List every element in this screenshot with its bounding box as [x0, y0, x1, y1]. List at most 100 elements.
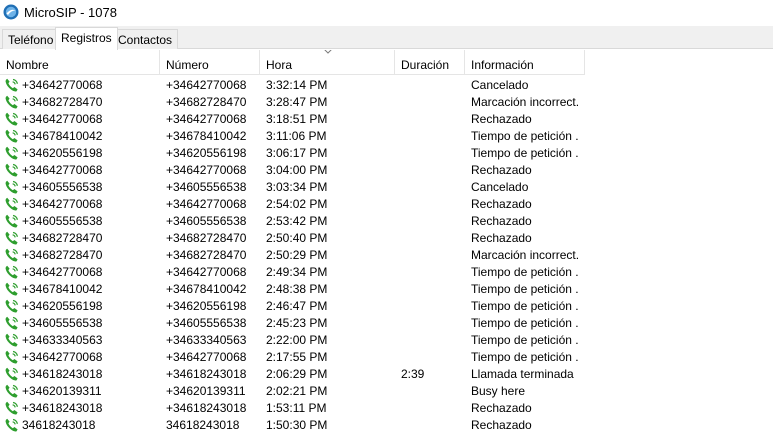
call-log-row[interactable]: +34605556538 +34605556538 2:53:42 PM Rechaz…	[0, 213, 600, 230]
column-header-name[interactable]: Nombre	[0, 50, 160, 75]
title-bar: MicroSIP - 1078	[0, 0, 773, 26]
cell-info: Rechazado	[471, 401, 532, 415]
phone-call-icon	[4, 128, 20, 144]
phone-call-icon	[4, 349, 20, 365]
cell-info: Cancelado	[471, 78, 529, 92]
phone-call-icon	[4, 111, 20, 127]
phone-call-icon	[4, 162, 20, 178]
phone-call-icon	[4, 94, 20, 110]
phone-call-icon	[4, 247, 20, 263]
phone-call-icon	[4, 179, 20, 195]
call-log-row[interactable]: +34642770068 +34642770068 2:49:34 PM Tiempo…	[0, 264, 600, 281]
tab-telefono[interactable]: Teléfono	[2, 29, 60, 49]
cell-name: +34642770068	[22, 197, 103, 211]
cell-time: 2:06:29 PM	[266, 367, 328, 381]
cell-info: Marcación incorrect...	[471, 95, 579, 109]
cell-name: +34620139311	[22, 384, 102, 398]
call-log-row[interactable]: +34682728470 +34682728470 2:50:40 PM Rechaz…	[0, 230, 600, 247]
cell-name: 34618243018	[22, 418, 96, 432]
call-log-row[interactable]: +34678410042 +34678410042 3:11:06 PM Tiempo…	[0, 128, 600, 145]
cell-time: 2:17:55 PM	[266, 350, 328, 364]
cell-info: Cancelado	[471, 180, 529, 194]
cell-name: +34633340563	[22, 333, 103, 347]
cell-time: 2:46:47 PM	[266, 299, 328, 313]
column-header-duration[interactable]: Duración	[395, 50, 465, 75]
cell-info: Tiempo de petición ...	[471, 350, 579, 364]
phone-call-icon	[4, 400, 20, 416]
cell-name: +34620556198	[22, 299, 103, 313]
cell-number: +34605556538	[166, 180, 247, 194]
call-log-row[interactable]: +34605556538 +34605556538 2:45:23 PM Tiempo…	[0, 315, 600, 332]
cell-name: +34605556538	[22, 214, 103, 228]
cell-number: +34620556198	[166, 146, 247, 160]
cell-time: 2:45:23 PM	[266, 316, 328, 330]
tab-strip: Teléfono Registros Contactos	[0, 26, 773, 50]
cell-number: +34642770068	[166, 265, 247, 279]
cell-info: Rechazado	[471, 112, 532, 126]
cell-number: +34678410042	[166, 282, 247, 296]
phone-call-icon	[4, 264, 20, 280]
cell-name: +34678410042	[22, 129, 103, 143]
call-log-row[interactable]: +34618243018 +34618243018 2:06:29 PM 2:39 Ll…	[0, 366, 600, 383]
call-log-row[interactable]: +34620556198 +34620556198 3:06:17 PM Tiempo…	[0, 145, 600, 162]
call-log-row[interactable]: +34682728470 +34682728470 3:28:47 PM Marcac…	[0, 94, 600, 111]
call-log-row[interactable]: +34618243018 +34618243018 1:53:11 PM Rechaz…	[0, 400, 600, 417]
cell-time: 2:48:38 PM	[266, 282, 328, 296]
cell-time: 2:50:29 PM	[266, 248, 328, 262]
tab-contactos[interactable]: Contactos	[112, 29, 179, 49]
cell-number: +34678410042	[166, 129, 247, 143]
call-log-row[interactable]: +34642770068 +34642770068 3:04:00 PM Rechaz…	[0, 162, 600, 179]
cell-name: +34642770068	[22, 350, 103, 364]
call-log-row[interactable]: +34678410042 +34678410042 2:48:38 PM Tiempo…	[0, 281, 600, 298]
call-log-row[interactable]: +34682728470 +34682728470 2:50:29 PM Marcac…	[0, 247, 600, 264]
cell-number: +34682728470	[166, 95, 247, 109]
cell-name: +34618243018	[22, 401, 103, 415]
column-header-info[interactable]: Información	[465, 50, 585, 75]
cell-name: +34642770068	[22, 112, 103, 126]
cell-info: Rechazado	[471, 163, 532, 177]
phone-call-icon	[4, 196, 20, 212]
column-header-number[interactable]: Número	[160, 50, 260, 75]
cell-duration: 2:39	[401, 367, 425, 381]
cell-time: 2:50:40 PM	[266, 231, 328, 245]
cell-number: +34642770068	[166, 197, 247, 211]
call-log-row[interactable]: +34642770068 +34642770068 2:17:55 PM Tiempo…	[0, 349, 600, 366]
cell-info: Tiempo de petición ...	[471, 129, 579, 143]
cell-time: 3:04:00 PM	[266, 163, 328, 177]
cell-info: Tiempo de petición ...	[471, 316, 579, 330]
call-log-row[interactable]: 34618243018 34618243018 1:50:30 PM Rechazad…	[0, 417, 600, 434]
cell-time: 2:22:00 PM	[266, 333, 328, 347]
cell-number: +34642770068	[166, 163, 247, 177]
cell-name: +34642770068	[22, 265, 103, 279]
call-log-row[interactable]: +34642770068 +34642770068 2:54:02 PM Rechaz…	[0, 196, 600, 213]
call-log-list[interactable]: Nombre Número Hora Duración Información …	[0, 50, 773, 437]
cell-name: +34682728470	[22, 95, 103, 109]
call-log-row[interactable]: +34605556538 +34605556538 3:03:34 PM Cancel…	[0, 179, 600, 196]
cell-info: Rechazado	[471, 418, 532, 432]
phone-call-icon	[4, 315, 20, 331]
cell-number: +34620556198	[166, 299, 247, 313]
cell-number: +34618243018	[166, 401, 247, 415]
cell-number: +34682728470	[166, 248, 247, 262]
cell-name: +34605556538	[22, 180, 103, 194]
phone-call-icon	[4, 145, 20, 161]
call-log-row[interactable]: +34633340563 +34633340563 2:22:00 PM Tiempo…	[0, 332, 600, 349]
cell-number: 34618243018	[166, 418, 240, 432]
cell-name: +34642770068	[22, 163, 103, 177]
call-log-row[interactable]: +34642770068 +34642770068 3:18:51 PM Rechaz…	[0, 111, 600, 128]
cell-info: Tiempo de petición ...	[471, 333, 579, 347]
cell-number: +34618243018	[166, 367, 247, 381]
cell-time: 3:32:14 PM	[266, 78, 328, 92]
cell-time: 3:03:34 PM	[266, 180, 328, 194]
tab-registros[interactable]: Registros	[55, 27, 118, 50]
cell-info: Busy here	[471, 384, 526, 398]
call-log-row[interactable]: +34642770068 +34642770068 3:32:14 PM Cancel…	[0, 77, 600, 94]
phone-call-icon	[4, 77, 20, 93]
cell-name: +34678410042	[22, 282, 103, 296]
cell-number: +34682728470	[166, 231, 247, 245]
phone-call-icon	[4, 213, 20, 229]
cell-time: 2:49:34 PM	[266, 265, 328, 279]
call-log-row[interactable]: +34620139311 +34620139311 2:02:21 PM Busy h…	[0, 383, 600, 400]
call-log-row[interactable]: +34620556198 +34620556198 2:46:47 PM Tiempo…	[0, 298, 600, 315]
phone-call-icon	[4, 366, 20, 382]
